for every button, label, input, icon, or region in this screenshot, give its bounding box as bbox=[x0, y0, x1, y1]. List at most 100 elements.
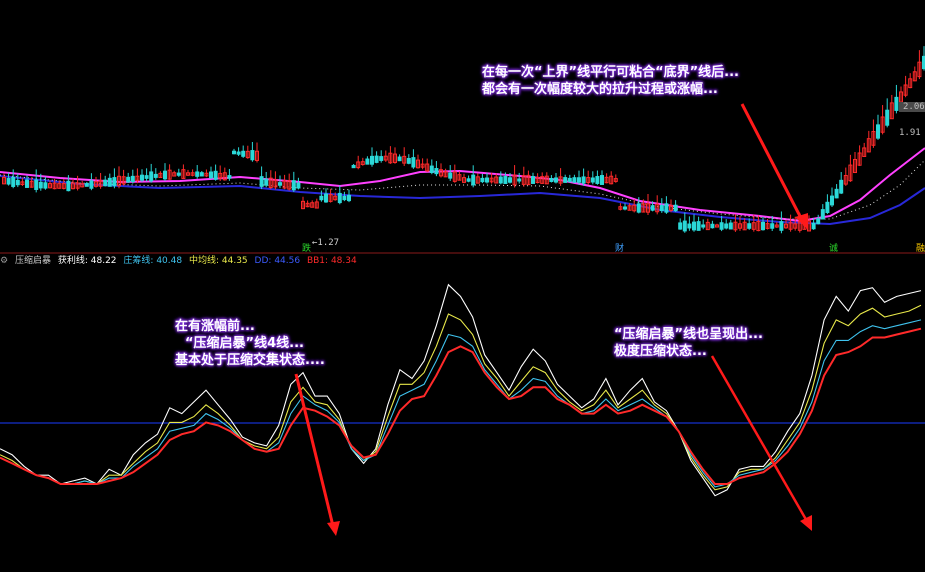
ma-magenta-line bbox=[0, 147, 925, 223]
series-line-中均线 bbox=[0, 304, 922, 491]
candle-body bbox=[296, 182, 301, 189]
candle-body bbox=[567, 177, 572, 183]
candle-body bbox=[503, 176, 508, 184]
candle-body bbox=[664, 203, 669, 213]
candle-body bbox=[11, 176, 16, 187]
candle-body bbox=[337, 192, 342, 204]
candle-body bbox=[811, 222, 816, 230]
candle-body bbox=[107, 177, 112, 187]
candle-body bbox=[747, 223, 752, 229]
candle-body bbox=[508, 177, 512, 183]
candle-body bbox=[176, 172, 181, 176]
candle-body bbox=[43, 182, 48, 189]
tag-cai: 财 bbox=[615, 244, 625, 254]
candle-body bbox=[130, 175, 135, 183]
candle-body bbox=[241, 150, 246, 157]
candle-body bbox=[885, 109, 890, 126]
candle-body bbox=[682, 220, 687, 232]
candle-body bbox=[319, 195, 324, 201]
candle-body bbox=[779, 221, 784, 231]
legend-item-bb1: BB1: 48.34 bbox=[306, 256, 357, 266]
candle-body bbox=[549, 178, 554, 182]
candle-body bbox=[517, 178, 522, 182]
candle-body bbox=[678, 222, 683, 230]
candle-body bbox=[554, 177, 558, 183]
candle-body bbox=[471, 174, 476, 186]
candle-body bbox=[710, 223, 715, 229]
candle-body bbox=[227, 175, 232, 179]
callout-top-right: 在每一次“上界”线平行可粘合“底界”线后... 都会有一次幅度较大的拉升过程或涨… bbox=[482, 65, 739, 97]
arrow-top bbox=[740, 103, 805, 223]
candle-body bbox=[687, 223, 692, 229]
legend-item-mid: 中均线: 44.35 bbox=[188, 256, 248, 266]
candle-body bbox=[103, 179, 108, 187]
candle-body bbox=[894, 96, 899, 111]
indicator-legend: ⚙ 压缩启暴 获利线: 48.22 庄筹线: 40.48 中均线: 44.35 … bbox=[0, 254, 361, 268]
candle-body bbox=[34, 179, 39, 190]
candle-body bbox=[149, 171, 154, 182]
candle-body bbox=[365, 158, 370, 165]
candle-body bbox=[374, 155, 379, 163]
candle-body bbox=[590, 177, 595, 183]
candle-body bbox=[324, 193, 328, 203]
candle-body bbox=[259, 176, 264, 187]
candle-body bbox=[876, 124, 880, 139]
tag-rong: 融 bbox=[916, 244, 925, 254]
candle-body bbox=[820, 209, 825, 220]
candle-body bbox=[342, 195, 347, 201]
candle-body bbox=[397, 156, 402, 162]
candle-body bbox=[719, 222, 724, 230]
candle-body bbox=[144, 175, 149, 179]
legend-item-chip: 庄筹线: 40.48 bbox=[123, 256, 183, 266]
candle-body bbox=[411, 157, 416, 168]
candle-body bbox=[466, 178, 471, 182]
candle-body bbox=[830, 195, 834, 206]
candle-body bbox=[209, 171, 213, 179]
candle-body bbox=[66, 180, 71, 192]
candle-body bbox=[406, 157, 411, 164]
candle-body bbox=[701, 224, 706, 228]
candle-body bbox=[84, 183, 89, 187]
candle-body bbox=[696, 221, 701, 231]
candle-body bbox=[650, 205, 655, 211]
candle-body bbox=[498, 176, 503, 184]
candle-body bbox=[89, 180, 94, 189]
price-label-high-a: 2.06 bbox=[899, 102, 925, 112]
candle-body bbox=[25, 179, 29, 188]
series-line-BB1 bbox=[0, 327, 922, 485]
candle-body bbox=[581, 176, 586, 184]
candle-body bbox=[761, 221, 765, 231]
candle-body bbox=[572, 177, 577, 183]
candle-body bbox=[126, 176, 131, 183]
candle-body bbox=[659, 204, 664, 212]
arrow-bottom-right bbox=[710, 355, 810, 524]
indicator-name: 压缩启暴 bbox=[14, 256, 51, 266]
tag-cheng: 诚 bbox=[829, 244, 839, 254]
candle-body bbox=[834, 188, 839, 199]
price-label-low: ←1.27 bbox=[312, 238, 340, 248]
candle-body bbox=[199, 172, 204, 177]
indicator-panel bbox=[0, 283, 925, 536]
candle-body bbox=[38, 181, 43, 189]
candle-body bbox=[163, 170, 167, 180]
candle-body bbox=[140, 174, 144, 181]
candle-body bbox=[232, 150, 236, 155]
candle-body bbox=[351, 164, 356, 169]
candle-body bbox=[264, 178, 269, 186]
candle-body bbox=[563, 177, 568, 183]
candle-body bbox=[673, 204, 678, 212]
candle-body bbox=[195, 171, 200, 177]
legend-item-dd: DD: 44.56 bbox=[254, 256, 301, 266]
candle-body bbox=[770, 223, 775, 229]
candle-body bbox=[595, 176, 600, 184]
callout-bottom-right: “压缩启暴”线也呈现出... 极度压缩状态... bbox=[614, 327, 763, 359]
candle-body bbox=[434, 168, 439, 175]
candle-body bbox=[278, 182, 282, 186]
candle-body bbox=[112, 177, 117, 187]
candle-body bbox=[6, 178, 11, 185]
legend-item-profit: 获利线: 48.22 bbox=[57, 256, 117, 266]
candle-body bbox=[724, 223, 729, 229]
candle-body bbox=[577, 177, 581, 183]
candle-body bbox=[236, 151, 241, 155]
gear-icon[interactable]: ⚙ bbox=[0, 256, 8, 266]
